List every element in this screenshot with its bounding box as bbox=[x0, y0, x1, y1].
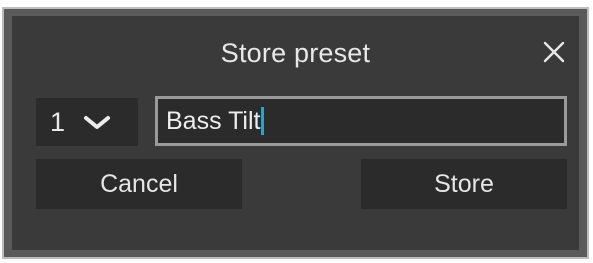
text-caret bbox=[261, 107, 265, 135]
close-button[interactable] bbox=[542, 40, 566, 64]
cancel-button[interactable]: Cancel bbox=[36, 159, 242, 209]
dialog-title: Store preset bbox=[220, 38, 371, 68]
store-preset-dialog: Store preset 1 Bass Tilt Cancel Store bbox=[2, 7, 589, 259]
close-icon bbox=[543, 41, 565, 63]
preset-name-value: Bass Tilt bbox=[166, 107, 265, 136]
preset-name-input[interactable]: Bass Tilt bbox=[155, 96, 567, 146]
store-button[interactable]: Store bbox=[361, 159, 567, 209]
chevron-down-icon bbox=[84, 116, 110, 129]
preset-name-text: Bass Tilt bbox=[166, 107, 261, 135]
preset-number-value: 1 bbox=[50, 107, 66, 137]
preset-number-dropdown[interactable]: 1 bbox=[36, 98, 138, 146]
dialog-panel: Store preset 1 Bass Tilt Cancel Store bbox=[12, 16, 579, 250]
